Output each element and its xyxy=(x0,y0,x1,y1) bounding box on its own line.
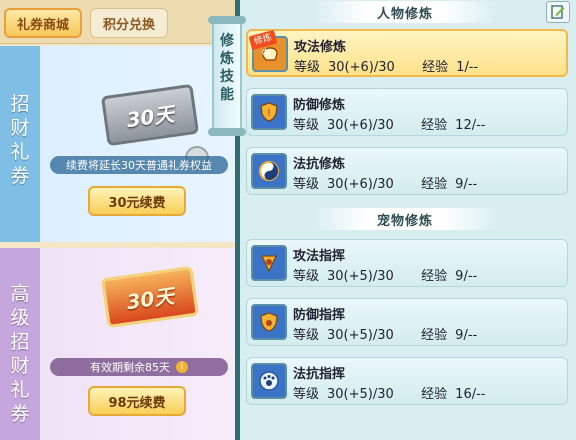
shop-panel: 礼券商城 积分兑换 招 财 礼 券 30天 续费将延长30天普通礼券权益 30元… xyxy=(0,0,235,440)
paw-magic-icon xyxy=(251,363,287,399)
skill-row-resist-cultivation[interactable]: 法抗修炼 等级 30(+6)/30 经验 9/-- xyxy=(246,147,568,195)
skill-level: 30(+5)/30 xyxy=(327,387,394,402)
svg-text:!: ! xyxy=(267,108,271,119)
card-side-label: 高 级 招 财 礼 券 xyxy=(10,283,30,425)
skill-exp: 12/-- xyxy=(455,118,486,133)
gold-ticket-icon: 30天 xyxy=(100,265,200,329)
skill-level: 30(+6)/30 xyxy=(328,60,395,75)
yinyang-icon xyxy=(251,153,287,189)
silver-ticket-icon: 30天 xyxy=(100,83,200,147)
edit-button[interactable] xyxy=(546,1,570,23)
skill-level: 30(+5)/30 xyxy=(327,328,394,343)
renew-30-button[interactable]: 30元续费 xyxy=(88,186,186,216)
skill-name: 防御指挥 xyxy=(293,308,346,323)
tab-cultivation-skills[interactable]: 修 炼 技 能 xyxy=(212,20,242,132)
info-icon[interactable]: i xyxy=(176,361,188,373)
skill-row-defense-cultivation[interactable]: ! 防御修炼 等级 30(+6)/30 经验 12/-- xyxy=(246,88,568,136)
scroll-rod-top xyxy=(208,16,246,24)
skill-exp: 9/-- xyxy=(455,328,478,343)
card-side-label: 招 财 礼 券 xyxy=(10,93,30,187)
cultivation-panel: 人物修炼 修炼中 攻法修炼 等级 30(+6)/30 经验 1/-- ! 防御修炼 … xyxy=(240,0,576,440)
skill-row-defense-command[interactable]: 防御指挥 等级 30(+5)/30 经验 9/-- xyxy=(246,298,568,346)
skill-row-attack-command[interactable]: 攻法指挥 等级 30(+5)/30 经验 9/-- xyxy=(246,239,568,287)
scroll-rod-bottom xyxy=(208,128,246,136)
section-pet-cultivation: 宠物修炼 xyxy=(310,208,500,230)
coupon-card-premium: 高 级 招 财 礼 券 30天 有效期剩余85天 i 98元续费 xyxy=(0,248,235,440)
skill-exp: 9/-- xyxy=(455,269,478,284)
section-character-cultivation: 人物修炼 xyxy=(310,1,500,23)
skill-level: 30(+6)/30 xyxy=(327,177,394,192)
skill-exp: 1/-- xyxy=(456,60,479,75)
paw-attack-icon xyxy=(251,245,287,281)
tab-coupon-mall[interactable]: 礼券商城 xyxy=(4,8,82,38)
skill-level: 30(+5)/30 xyxy=(327,269,394,284)
renewal-note: 续费将延长30天普通礼券权益 xyxy=(50,156,228,174)
skill-row-resist-command[interactable]: 法抗指挥 等级 30(+5)/30 经验 16/-- xyxy=(246,357,568,405)
skill-name: 攻法指挥 xyxy=(293,249,346,264)
renew-98-button[interactable]: 98元续费 xyxy=(88,386,186,416)
edit-icon xyxy=(551,5,565,19)
tab-points-exchange[interactable]: 积分兑换 xyxy=(90,8,168,38)
paw-shield-icon xyxy=(251,304,287,340)
skill-row-attack-cultivation[interactable]: 修炼中 攻法修炼 等级 30(+6)/30 经验 1/-- xyxy=(246,29,568,77)
skill-name: 法抗修炼 xyxy=(293,157,346,172)
skill-name: 法抗指挥 xyxy=(293,367,346,382)
coupon-card-normal: 招 财 礼 券 30天 续费将延长30天普通礼券权益 30元续费 xyxy=(0,46,235,242)
skill-name: 攻法修炼 xyxy=(294,40,347,55)
shop-tabs: 礼券商城 积分兑换 xyxy=(0,0,235,44)
skill-level: 30(+6)/30 xyxy=(327,118,394,133)
skill-exp: 16/-- xyxy=(455,387,486,402)
validity-note: 有效期剩余85天 i xyxy=(50,358,228,376)
skill-name: 防御修炼 xyxy=(293,98,346,113)
skill-exp: 9/-- xyxy=(455,177,478,192)
shield-icon: ! xyxy=(251,94,287,130)
